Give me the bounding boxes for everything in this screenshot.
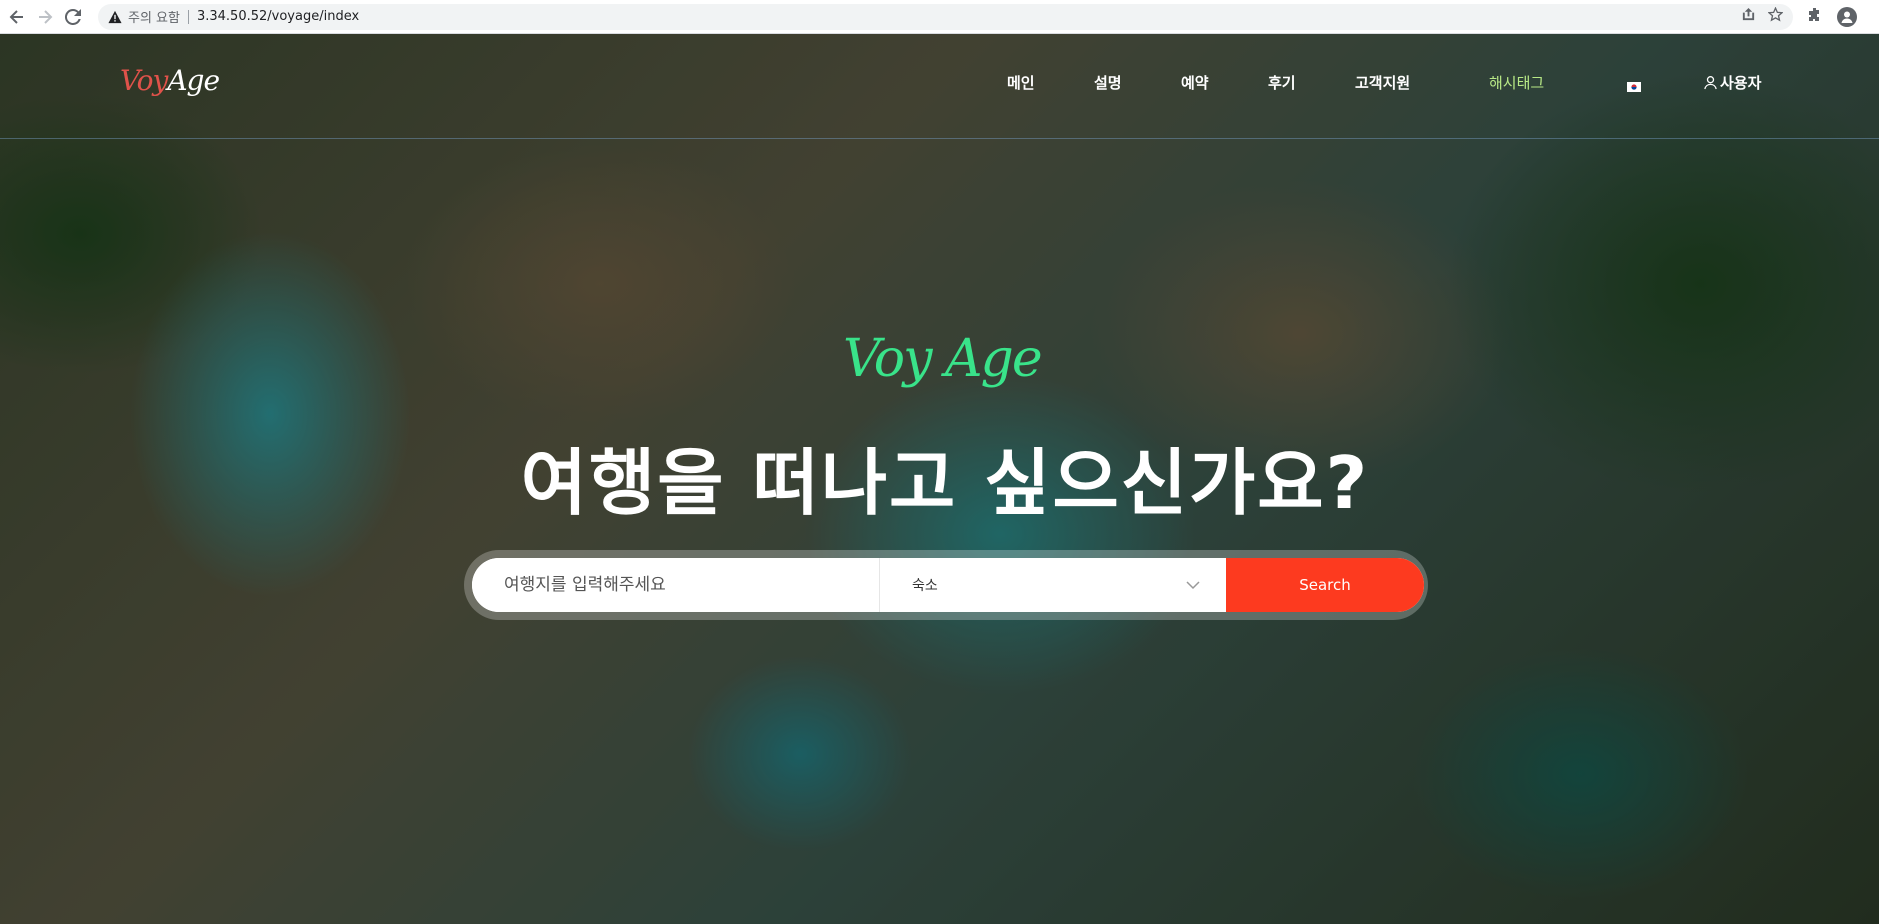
address-bar[interactable]: 주의 요함 3.34.50.52/voyage/index (98, 3, 1793, 30)
search-form: 숙소 Search (464, 550, 1428, 620)
lodging-type-value: 숙소 (912, 578, 938, 594)
warning-icon[interactable] (108, 10, 122, 24)
bookmark-star-icon[interactable] (1767, 6, 1784, 26)
destination-input[interactable] (472, 558, 880, 612)
forward-icon[interactable] (34, 6, 56, 28)
extensions-icon[interactable] (1807, 7, 1823, 27)
profile-icon[interactable] (1837, 6, 1857, 27)
chevron-down-icon (1186, 581, 1200, 590)
user-menu[interactable]: 사용자 (1703, 72, 1761, 93)
hero-title: 여행을 떠나고 싶으신가요? (520, 441, 1370, 525)
reload-icon[interactable] (62, 6, 84, 28)
hero-logo: Voy Age (843, 329, 1043, 389)
url-text[interactable]: 3.34.50.52/voyage/index (197, 9, 359, 24)
nav-item-reservation[interactable]: 예약 (1181, 72, 1209, 93)
page-hero-background: VoyAge 메인 설명 예약 후기 고객지원 해시태그 사용자 Voy Age… (0, 34, 1879, 924)
browser-toolbar: 주의 요함 3.34.50.52/voyage/index (0, 0, 1879, 34)
site-navbar: VoyAge 메인 설명 예약 후기 고객지원 해시태그 사용자 (0, 34, 1879, 139)
back-icon[interactable] (6, 6, 28, 28)
security-label[interactable]: 주의 요함 (128, 7, 180, 26)
share-icon[interactable] (1741, 7, 1756, 26)
lodging-type-select[interactable]: 숙소 (880, 558, 1226, 612)
nav-item-main[interactable]: 메인 (1007, 72, 1035, 93)
nav-item-hashtag[interactable]: 해시태그 (1489, 72, 1544, 93)
nav-item-support[interactable]: 고객지원 (1355, 72, 1410, 93)
nav-item-reviews[interactable]: 후기 (1268, 72, 1296, 93)
user-icon (1704, 76, 1717, 90)
user-label: 사용자 (1720, 74, 1762, 92)
omnibox-divider (187, 9, 189, 24)
nav-item-description[interactable]: 설명 (1094, 72, 1122, 93)
search-button[interactable]: Search (1226, 558, 1424, 612)
language-flag-icon[interactable] (1627, 77, 1641, 92)
